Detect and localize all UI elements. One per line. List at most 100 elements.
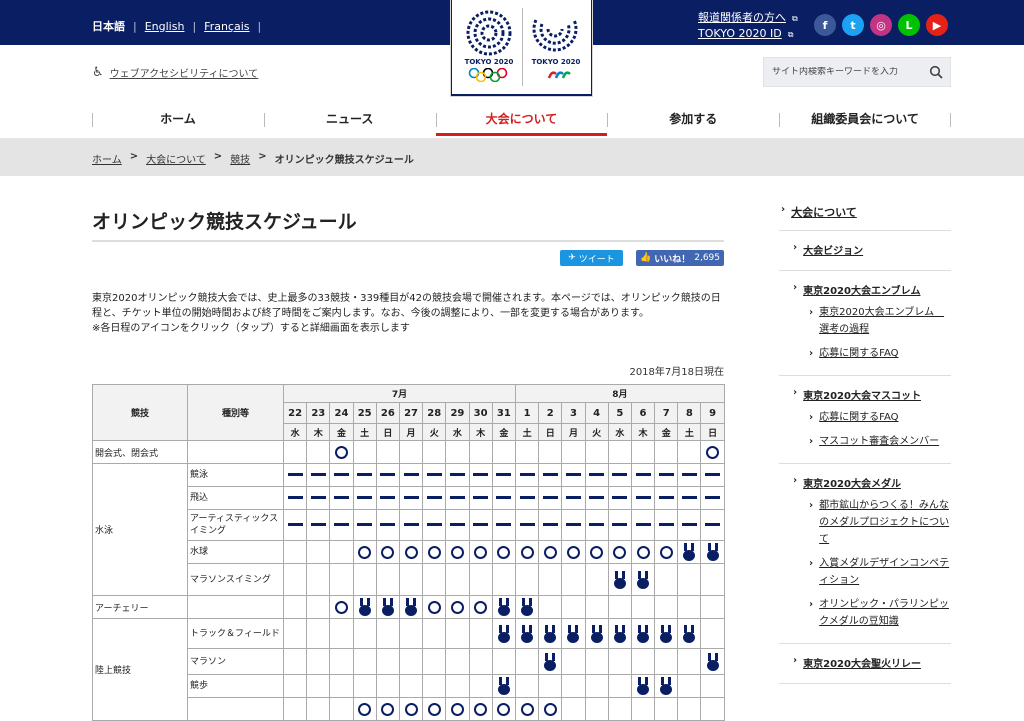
schedule-cell[interactable]	[538, 697, 563, 721]
nav-home[interactable]: ホーム	[92, 104, 264, 136]
schedule-cell[interactable]	[352, 463, 377, 487]
schedule-cell[interactable]	[468, 697, 493, 721]
schedule-cell[interactable]	[538, 486, 563, 510]
schedule-cell[interactable]	[561, 540, 586, 564]
schedule-cell[interactable]	[306, 509, 331, 541]
schedule-cell[interactable]	[375, 509, 400, 541]
schedule-cell[interactable]	[468, 509, 493, 541]
schedule-cell[interactable]	[352, 486, 377, 510]
schedule-cell[interactable]	[398, 697, 424, 721]
schedule-cell[interactable]	[538, 618, 563, 649]
schedule-cell[interactable]	[445, 463, 470, 487]
sidebar-item[interactable]: › 東京2020大会聖火リレー	[779, 655, 951, 670]
schedule-cell[interactable]	[445, 595, 470, 619]
schedule-cell[interactable]	[677, 486, 702, 510]
schedule-cell[interactable]	[654, 674, 679, 698]
schedule-cell[interactable]	[584, 463, 609, 487]
schedule-cell[interactable]	[422, 509, 447, 541]
schedule-cell[interactable]	[584, 540, 609, 564]
nav-organizing-committee[interactable]: 組織委員会について	[779, 104, 951, 136]
schedule-cell[interactable]	[630, 618, 656, 649]
schedule-cell[interactable]	[538, 648, 563, 675]
schedule-cell[interactable]	[352, 697, 377, 721]
schedule-cell[interactable]	[329, 463, 354, 487]
schedule-cell[interactable]	[607, 463, 632, 487]
sidebar-subitem[interactable]: › 東京2020大会エンブレム 選考の過程	[779, 304, 951, 338]
schedule-cell[interactable]	[422, 463, 447, 487]
schedule-cell[interactable]	[398, 540, 424, 564]
schedule-cell[interactable]	[654, 509, 679, 541]
schedule-cell[interactable]	[282, 486, 308, 510]
schedule-cell[interactable]	[700, 509, 725, 541]
lang-english[interactable]: English	[145, 20, 185, 33]
sidebar-item[interactable]: › 東京2020大会メダル	[779, 475, 951, 490]
schedule-cell[interactable]	[282, 509, 308, 541]
schedule-cell[interactable]	[375, 595, 400, 619]
schedule-cell[interactable]	[282, 463, 308, 487]
tweet-button[interactable]: ✈ ツイート	[560, 250, 623, 266]
schedule-cell[interactable]	[329, 595, 354, 619]
schedule-cell[interactable]	[329, 486, 354, 510]
schedule-cell[interactable]	[352, 540, 377, 564]
schedule-cell[interactable]	[630, 486, 656, 510]
schedule-cell[interactable]	[607, 540, 632, 564]
schedule-cell[interactable]	[468, 486, 493, 510]
schedule-cell[interactable]	[584, 486, 609, 510]
schedule-cell[interactable]	[306, 463, 331, 487]
schedule-cell[interactable]	[677, 509, 702, 541]
schedule-cell[interactable]	[514, 540, 540, 564]
sidebar-subitem[interactable]: › 入賞メダルデザインコンペティション	[779, 555, 951, 589]
schedule-cell[interactable]	[422, 697, 447, 721]
schedule-cell[interactable]	[538, 463, 563, 487]
schedule-cell[interactable]	[654, 618, 679, 649]
schedule-cell[interactable]	[561, 509, 586, 541]
schedule-cell[interactable]	[561, 463, 586, 487]
schedule-cell[interactable]	[700, 440, 725, 464]
search-icon[interactable]	[929, 65, 943, 79]
schedule-cell[interactable]	[468, 463, 493, 487]
schedule-cell[interactable]	[514, 463, 540, 487]
schedule-cell[interactable]	[491, 595, 516, 619]
schedule-cell[interactable]	[468, 540, 493, 564]
schedule-cell[interactable]	[375, 463, 400, 487]
schedule-cell[interactable]	[491, 540, 516, 564]
breadcrumb-sports[interactable]: 競技	[230, 151, 250, 166]
sidebar-subitem[interactable]: › オリンピック・パラリンピックメダルの豆知識	[779, 596, 951, 630]
schedule-cell[interactable]	[630, 463, 656, 487]
schedule-cell[interactable]	[561, 486, 586, 510]
schedule-cell[interactable]	[352, 595, 377, 619]
schedule-cell[interactable]	[491, 509, 516, 541]
schedule-cell[interactable]	[445, 697, 470, 721]
schedule-cell[interactable]	[398, 595, 424, 619]
schedule-cell[interactable]	[654, 463, 679, 487]
sidebar-subitem[interactable]: › マスコット審査会メンバー	[779, 433, 951, 450]
schedule-cell[interactable]	[491, 486, 516, 510]
accessibility-link[interactable]: ♿ ウェブアクセシビリティについて	[92, 65, 258, 80]
schedule-cell[interactable]	[538, 540, 563, 564]
schedule-cell[interactable]	[607, 563, 632, 596]
line-icon[interactable]: L	[898, 14, 920, 36]
schedule-cell[interactable]	[630, 540, 656, 564]
schedule-cell[interactable]	[514, 595, 540, 619]
breadcrumb-about[interactable]: 大会について	[146, 151, 206, 166]
sidebar-item[interactable]: › 大会ビジョン	[779, 242, 951, 257]
schedule-cell[interactable]	[468, 595, 493, 619]
schedule-cell[interactable]	[491, 463, 516, 487]
sidebar-subitem[interactable]: › 都市鉱山からつくる！みんなのメダルプロジェクトについて	[779, 497, 951, 548]
schedule-cell[interactable]	[306, 486, 331, 510]
schedule-cell[interactable]	[375, 486, 400, 510]
breadcrumb-home[interactable]: ホーム	[92, 151, 122, 166]
sidebar-item[interactable]: › 東京2020大会エンブレム	[779, 282, 951, 297]
schedule-cell[interactable]	[491, 697, 516, 721]
schedule-cell[interactable]	[422, 486, 447, 510]
schedule-cell[interactable]	[445, 509, 470, 541]
schedule-cell[interactable]	[398, 463, 424, 487]
nav-participate[interactable]: 参加する	[607, 104, 779, 136]
sidebar-item[interactable]: › 東京2020大会マスコット	[779, 387, 951, 402]
schedule-cell[interactable]	[584, 509, 609, 541]
schedule-cell[interactable]	[677, 540, 702, 564]
tokyo2020-id-link[interactable]: TOKYO 2020 ID ⧉	[698, 26, 798, 42]
schedule-cell[interactable]	[398, 509, 424, 541]
nav-about-games[interactable]: 大会について	[435, 104, 608, 136]
schedule-cell[interactable]	[700, 540, 725, 564]
